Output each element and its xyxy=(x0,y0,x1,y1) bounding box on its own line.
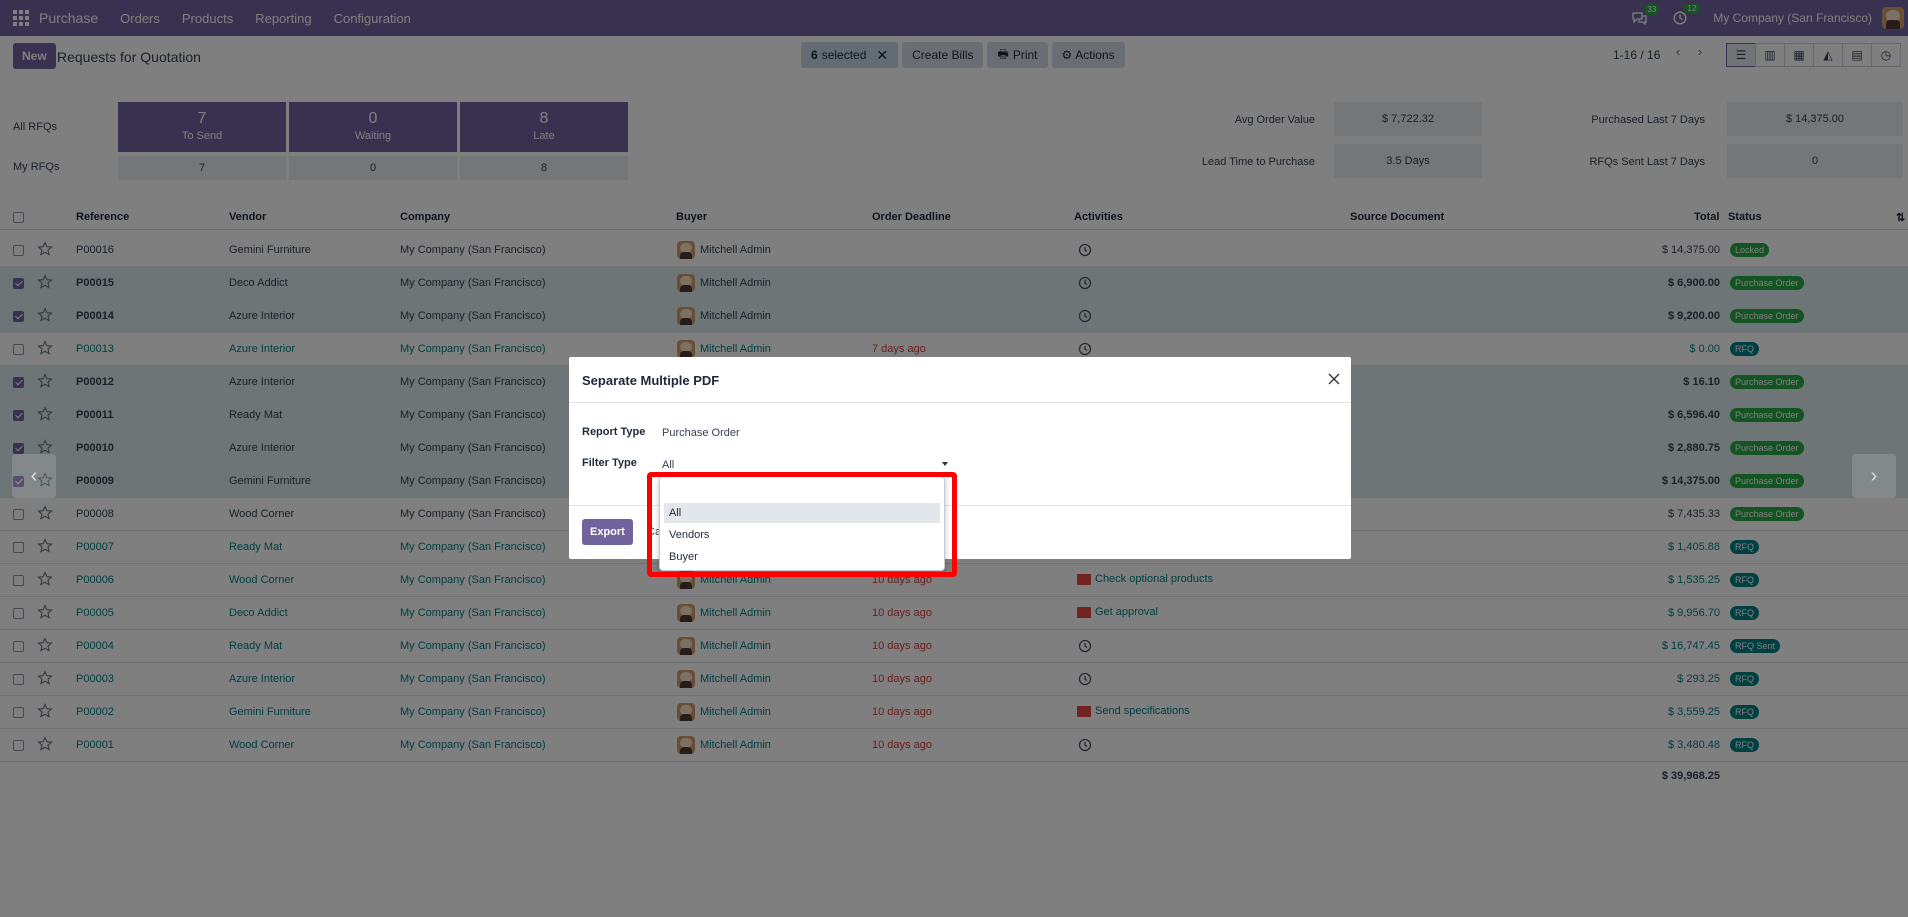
filter-type-label: Filter Type xyxy=(582,457,637,469)
caret-down-icon xyxy=(942,462,948,466)
report-type-label: Report Type xyxy=(582,426,646,438)
close-icon[interactable] xyxy=(1327,372,1341,386)
next-record-icon[interactable]: › xyxy=(1852,454,1896,498)
highlight-box xyxy=(647,472,957,577)
dialog-header: Separate Multiple PDF xyxy=(569,357,1351,403)
filter-type-value: All xyxy=(662,459,675,471)
dialog-title: Separate Multiple PDF xyxy=(582,373,720,388)
export-button[interactable]: Export xyxy=(582,519,633,545)
report-type-value: Purchase Order xyxy=(662,427,740,439)
previous-record-icon[interactable]: ‹ xyxy=(12,454,56,498)
